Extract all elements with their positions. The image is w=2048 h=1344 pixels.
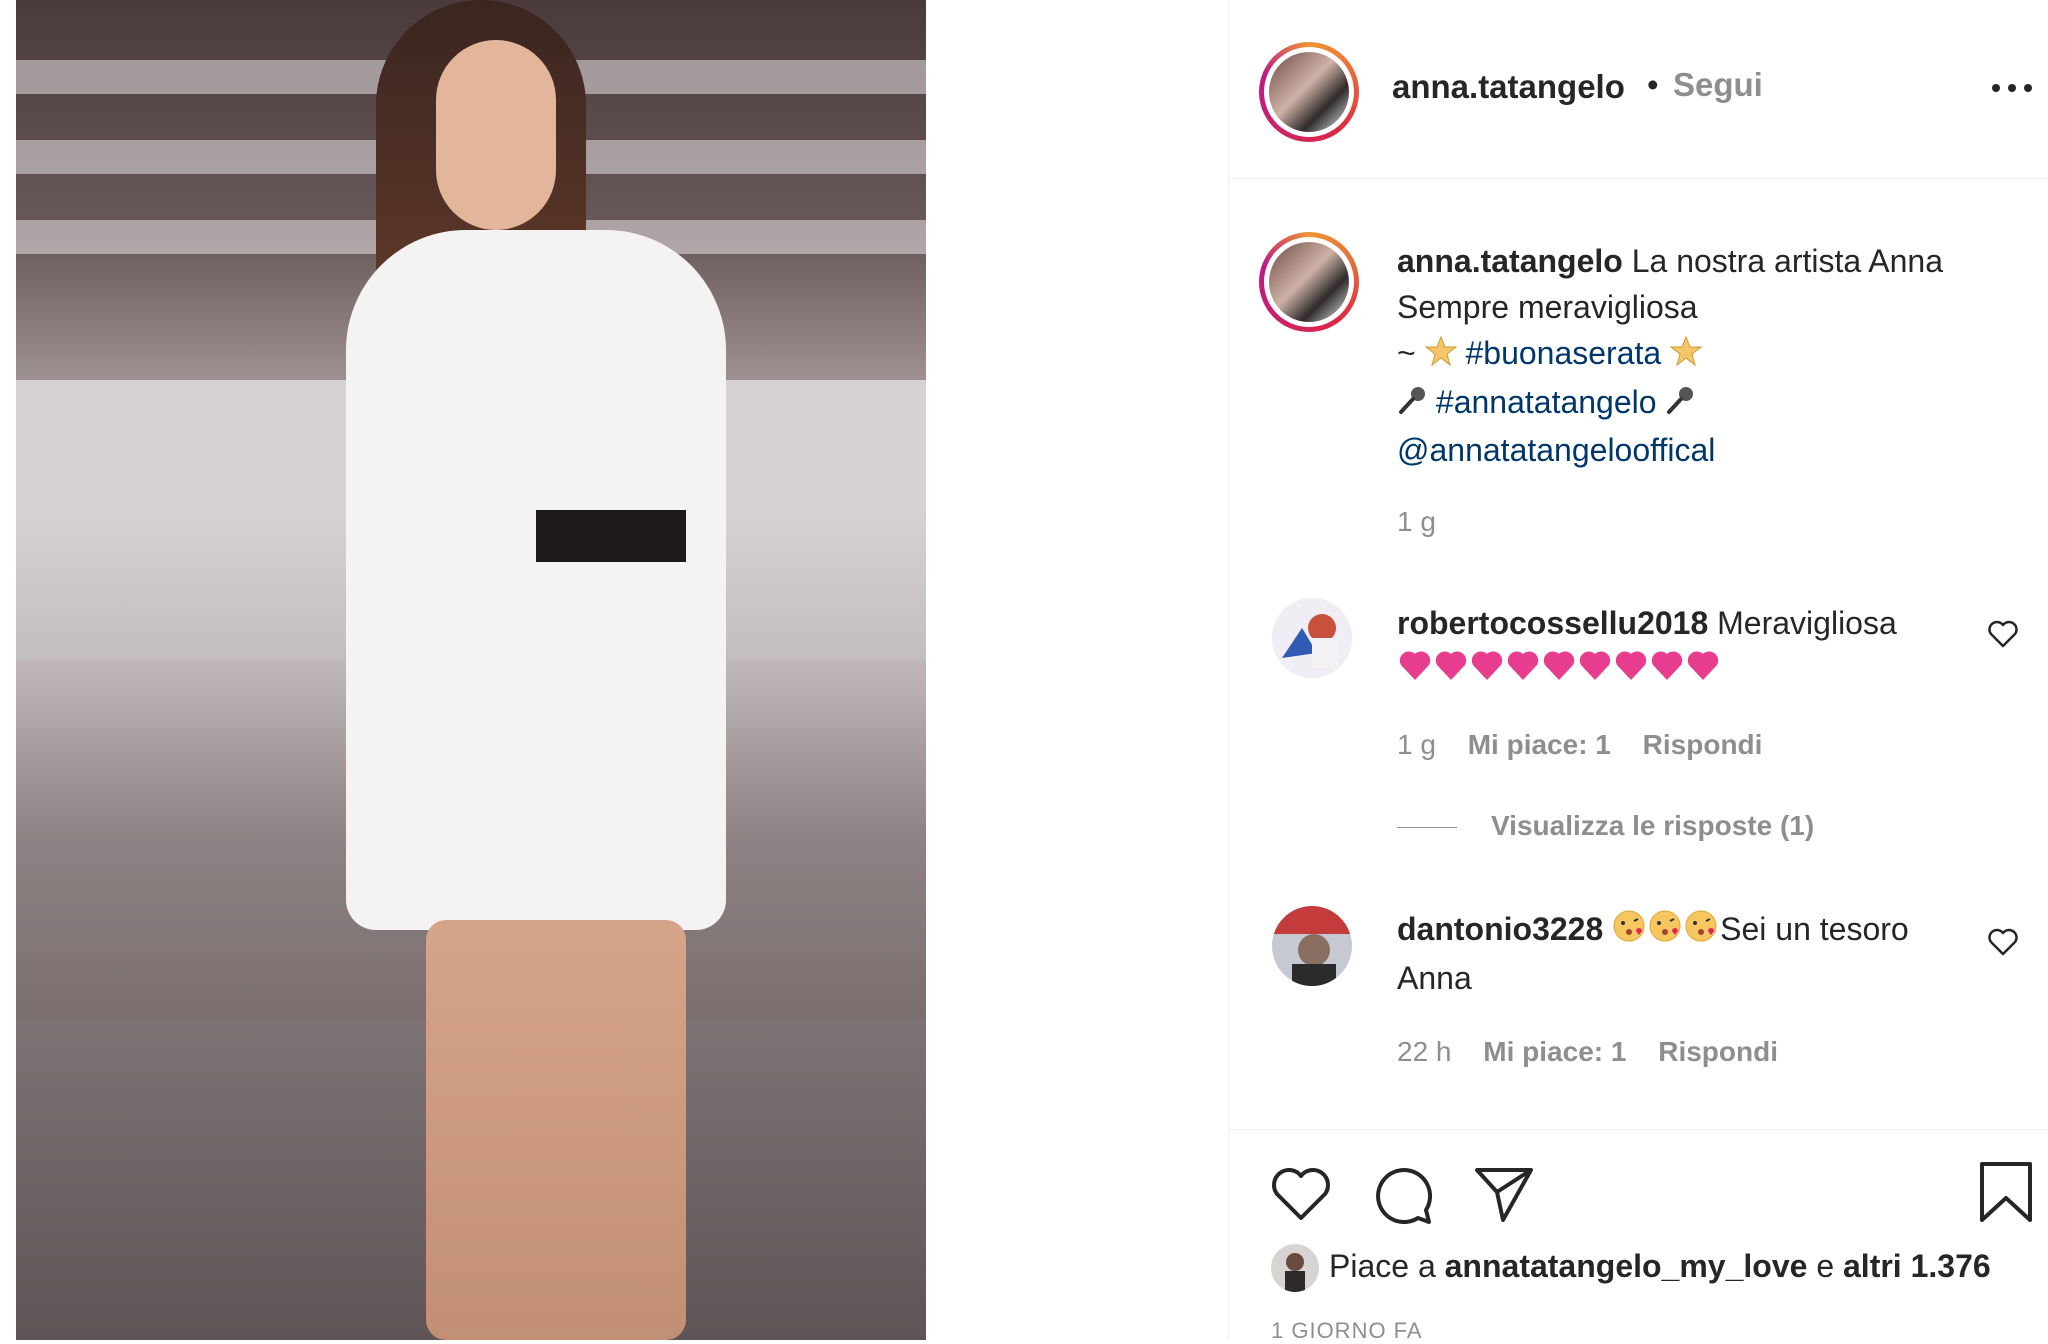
star-emoji bbox=[1669, 333, 1703, 379]
share-icon[interactable] bbox=[1473, 1162, 1535, 1224]
comment-emoji-row bbox=[1397, 646, 1977, 692]
post-photo[interactable] bbox=[16, 0, 926, 1340]
post-media-area bbox=[0, 0, 1228, 1340]
kissing-face-emoji bbox=[1612, 909, 1720, 955]
comment-icon[interactable] bbox=[1371, 1164, 1435, 1226]
likes-prefix: Piace a bbox=[1329, 1248, 1436, 1284]
actions-divider bbox=[1229, 1129, 2048, 1130]
header-divider bbox=[1229, 178, 2048, 179]
follow-button[interactable]: Segui bbox=[1673, 66, 1763, 104]
likes-user[interactable]: annatatangelo_my_love bbox=[1445, 1248, 1808, 1284]
star-emoji bbox=[1424, 333, 1458, 379]
caption-tilde: ~ bbox=[1397, 335, 1416, 371]
microphone-emoji bbox=[1665, 381, 1695, 427]
view-replies-label: Visualizza le risposte (1) bbox=[1491, 810, 1815, 841]
bookmark-icon[interactable] bbox=[1978, 1160, 2034, 1224]
comment-likes[interactable]: Mi piace: 1 bbox=[1483, 1036, 1626, 1067]
caption-avatar[interactable] bbox=[1259, 232, 1359, 332]
comment-time[interactable]: 1 g bbox=[1397, 729, 1436, 760]
commenter-avatar[interactable] bbox=[1272, 906, 1352, 986]
post-caption: anna.tatangelo La nostra artista Anna Se… bbox=[1397, 238, 2017, 473]
comment-2-meta: 22 h Mi piace: 1 Rispondi bbox=[1397, 1036, 1778, 1068]
reply-button[interactable]: Rispondi bbox=[1658, 1036, 1778, 1067]
likes-others[interactable]: altri 1.376 bbox=[1843, 1248, 1991, 1284]
post-side-panel: anna.tatangelo • Segui anna.tatangelo La… bbox=[1229, 0, 2048, 1343]
liker-avatar[interactable] bbox=[1271, 1244, 1319, 1292]
comment-1-meta: 1 g Mi piace: 1 Rispondi bbox=[1397, 729, 1762, 761]
commenter-avatar[interactable] bbox=[1272, 598, 1352, 678]
sparkling-heart-emoji bbox=[1399, 651, 1719, 680]
view-replies-button[interactable]: Visualizza le risposte (1) bbox=[1397, 810, 1814, 842]
caption-username[interactable]: anna.tatangelo bbox=[1397, 243, 1623, 279]
comment-time[interactable]: 22 h bbox=[1397, 1036, 1452, 1067]
likes-summary: Piace a annatatangelo_my_love e altri 1.… bbox=[1329, 1248, 1991, 1285]
post-date[interactable]: 1 GIORNO FA bbox=[1271, 1318, 1423, 1344]
reply-button[interactable]: Rispondi bbox=[1643, 729, 1763, 760]
likes-connector: e bbox=[1816, 1248, 1835, 1284]
comment-username[interactable]: dantonio3228 bbox=[1397, 911, 1603, 947]
comment-likes[interactable]: Mi piace: 1 bbox=[1468, 729, 1611, 760]
more-icon[interactable] bbox=[1992, 84, 2032, 94]
comment-like-icon[interactable] bbox=[1988, 620, 2018, 648]
mention-annatatangelooffical[interactable]: @annatatangelooffical bbox=[1397, 427, 2017, 473]
comment-like-icon[interactable] bbox=[1988, 928, 2018, 956]
microphone-emoji bbox=[1397, 381, 1427, 427]
separator-dot: • bbox=[1647, 66, 1659, 103]
hashtag-buonaserata[interactable]: #buonaserata bbox=[1465, 335, 1661, 371]
comment-text: Sei un tesoro bbox=[1720, 911, 1909, 947]
author-avatar[interactable] bbox=[1259, 42, 1359, 142]
caption-text-line1: La nostra artista Anna bbox=[1631, 243, 1944, 279]
comment-username[interactable]: robertocossellu2018 bbox=[1397, 605, 1708, 641]
author-username[interactable]: anna.tatangelo bbox=[1392, 68, 1625, 106]
comment-text: Meravigliosa bbox=[1717, 605, 1897, 641]
heart-icon[interactable] bbox=[1269, 1164, 1333, 1224]
replies-line bbox=[1397, 827, 1457, 829]
comment-text-line2: Anna bbox=[1397, 959, 1472, 996]
comment-1: robertocossellu2018 Meravigliosa bbox=[1397, 600, 1977, 692]
comment-2: dantonio3228 Sei un tesoro Anna bbox=[1397, 906, 1977, 1001]
caption-text-line2: Sempre meravigliosa bbox=[1397, 289, 1698, 325]
caption-time[interactable]: 1 g bbox=[1397, 506, 1436, 538]
hashtag-annatatangelo[interactable]: #annatatangelo bbox=[1436, 384, 1657, 420]
